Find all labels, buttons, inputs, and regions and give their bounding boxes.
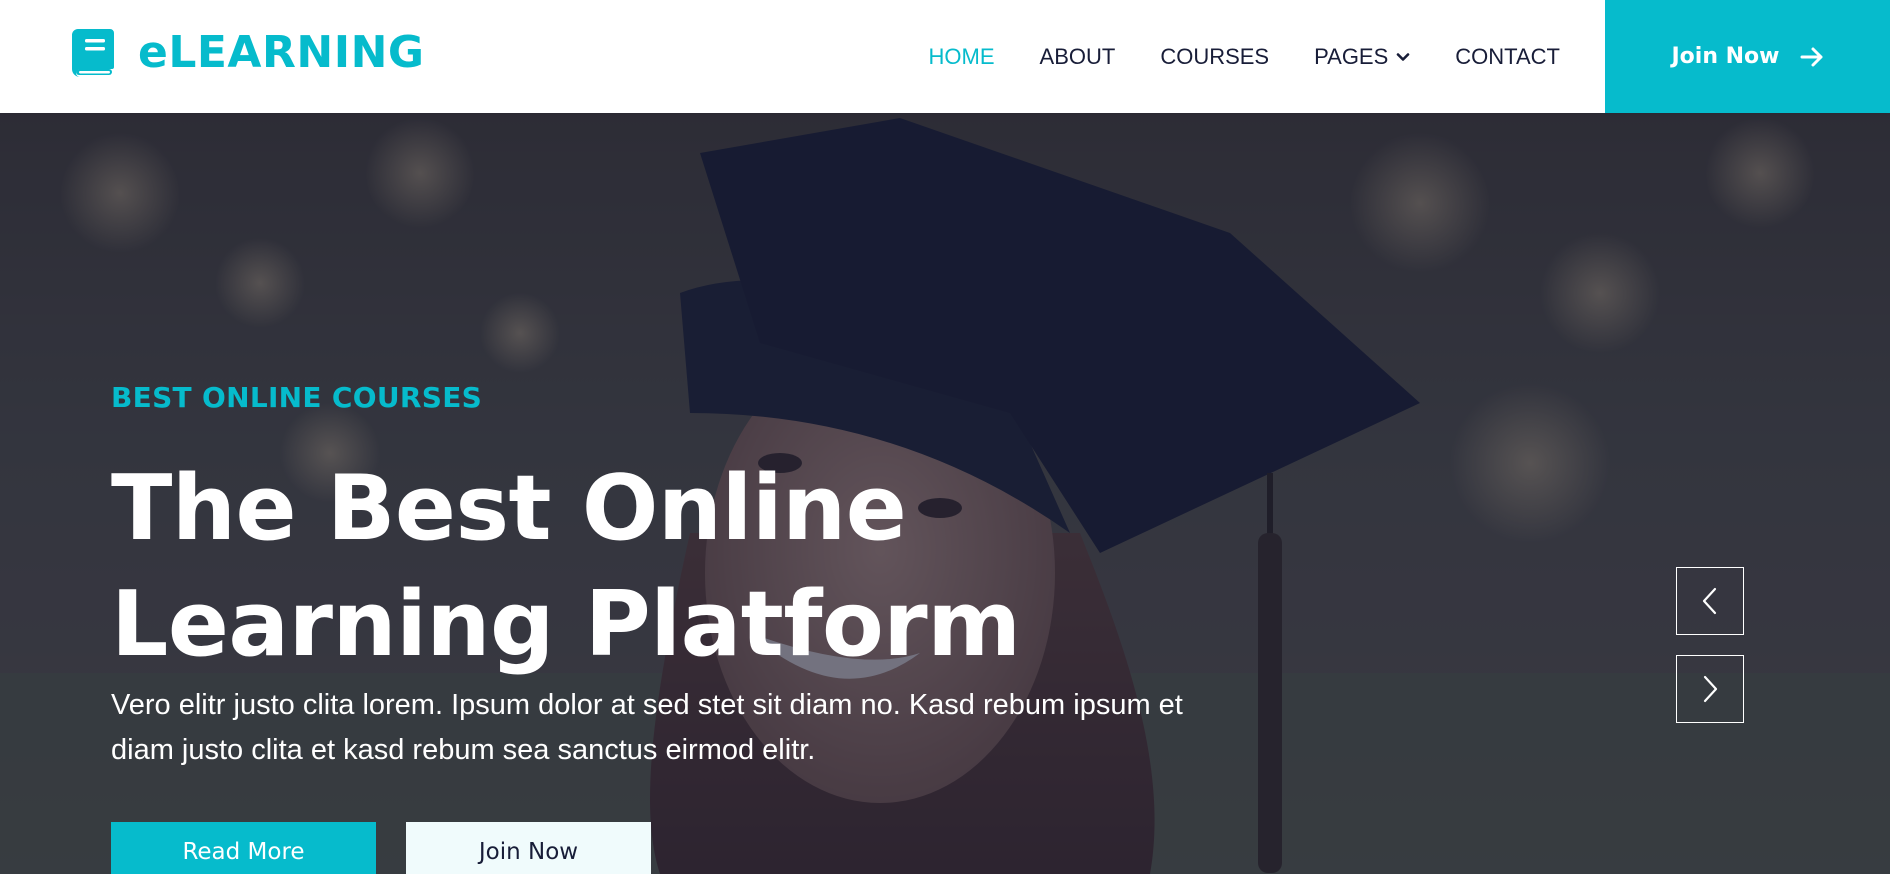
nav-pages-label: PAGES	[1314, 43, 1389, 69]
nav-about[interactable]: ABOUT	[1040, 44, 1116, 70]
navbar: eLEARNING HOME ABOUT COURSES PAGES CONTA…	[0, 0, 1890, 113]
hero-carousel: BEST ONLINE COURSES The Best Online Lear…	[0, 113, 1890, 874]
hero-content: BEST ONLINE COURSES The Best Online Lear…	[111, 113, 1311, 874]
chevron-right-icon	[1703, 675, 1718, 703]
book-icon	[72, 29, 114, 77]
carousel-prev-button[interactable]	[1676, 567, 1744, 635]
nav-pages[interactable]: PAGES	[1314, 44, 1410, 70]
nav-home[interactable]: HOME	[929, 44, 995, 70]
main-nav: HOME ABOUT COURSES PAGES CONTACT	[884, 0, 1560, 113]
join-now-hero-button[interactable]: Join Now	[406, 822, 651, 874]
join-now-nav-label: Join Now	[1671, 44, 1780, 69]
brand-logo[interactable]: eLEARNING	[72, 29, 425, 77]
arrow-right-icon	[1800, 47, 1822, 66]
join-now-nav-button[interactable]: Join Now	[1605, 0, 1890, 113]
hero-title-line-2: Learning Platform	[111, 572, 1021, 677]
hero-eyebrow: BEST ONLINE COURSES	[111, 381, 483, 414]
hero-title-line-1: The Best Online	[111, 456, 907, 561]
chevron-down-icon	[1396, 52, 1410, 61]
hero-description: Vero elitr justo clita lorem. Ipsum dolo…	[111, 689, 1183, 766]
chevron-left-icon	[1702, 587, 1717, 615]
nav-contact[interactable]: CONTACT	[1455, 44, 1560, 70]
nav-courses[interactable]: COURSES	[1160, 44, 1269, 70]
brand-name: eLEARNING	[138, 27, 425, 78]
read-more-button[interactable]: Read More	[111, 822, 376, 874]
hero-title: The Best Online Learning Platform	[111, 451, 1111, 683]
carousel-next-button[interactable]	[1676, 655, 1744, 723]
